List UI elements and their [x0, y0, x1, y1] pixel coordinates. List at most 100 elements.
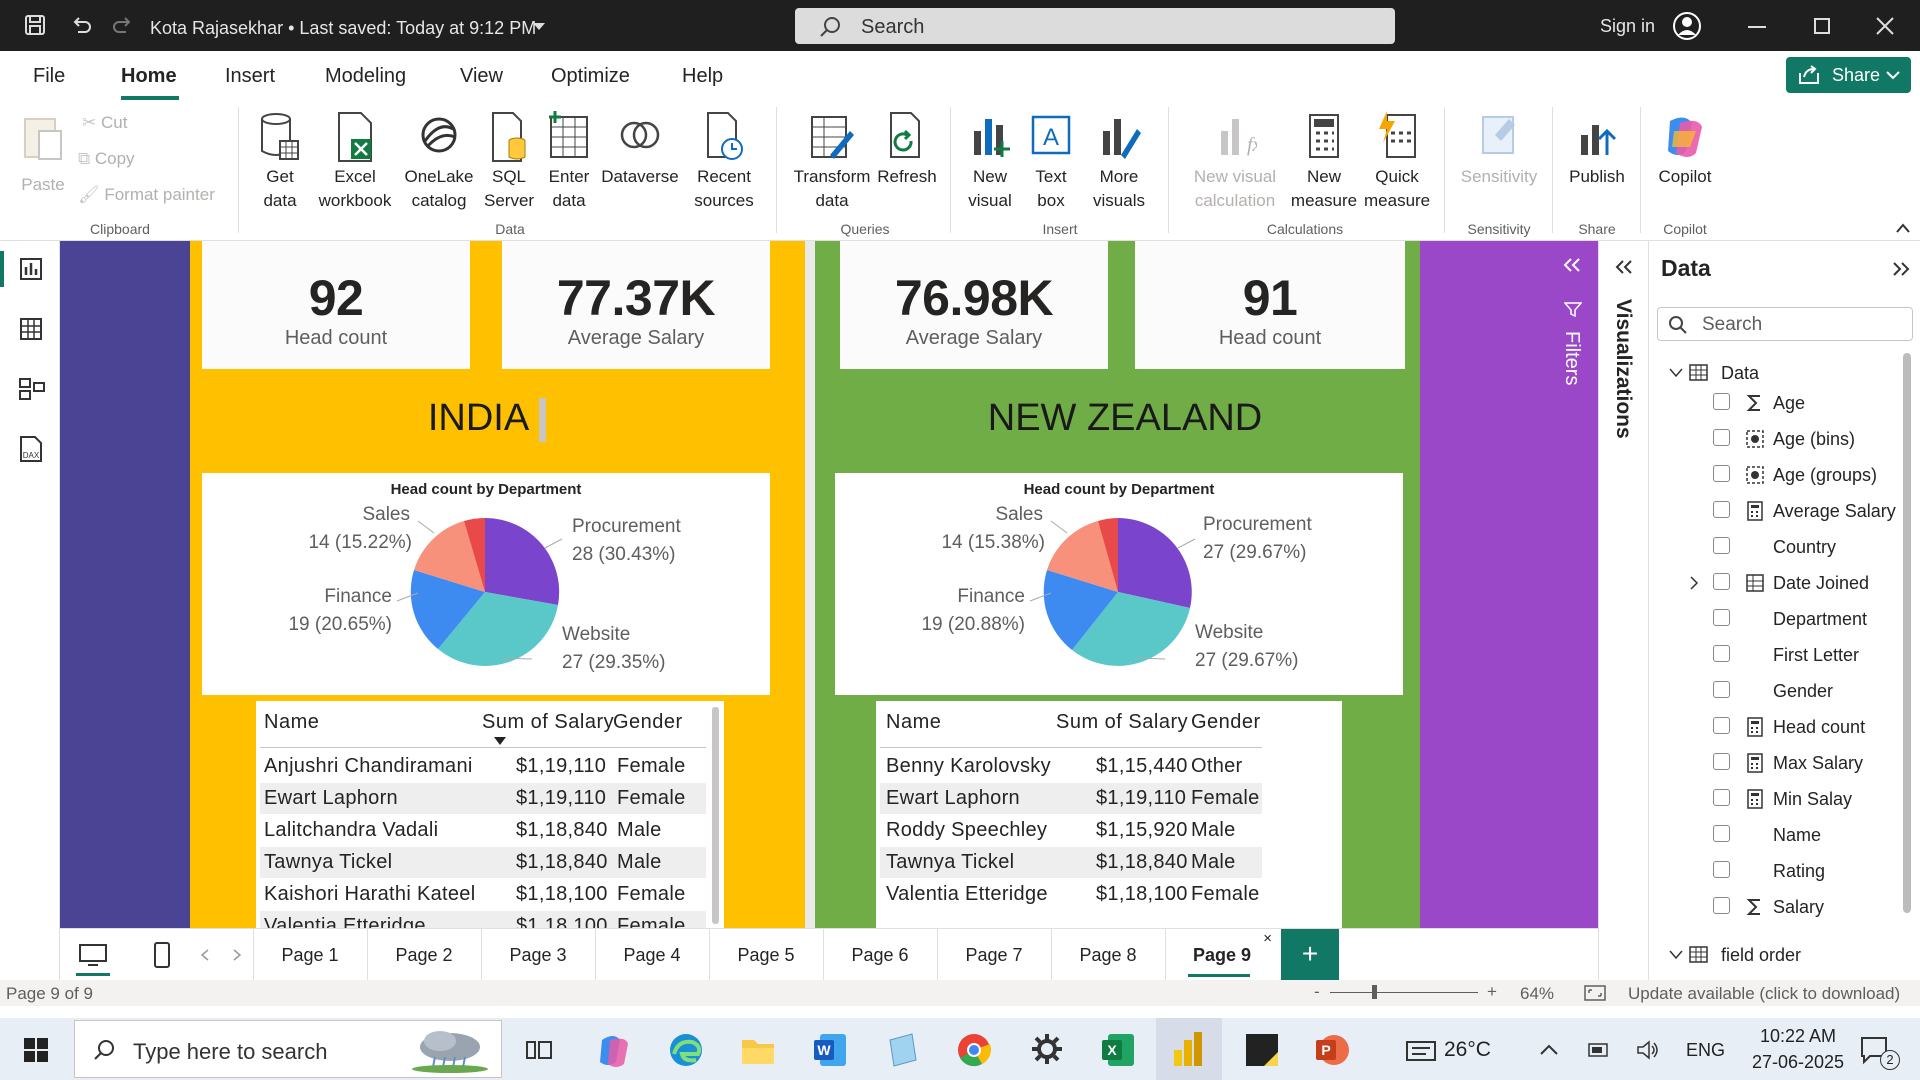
visualizations-pane-collapsed[interactable]: Visualizations [1598, 241, 1648, 980]
field-checkbox[interactable] [1713, 645, 1730, 662]
page-tab-6[interactable]: Page 6 [823, 929, 936, 981]
field-item[interactable]: Country [1649, 531, 1899, 565]
table-row[interactable]: Ewart Laphorn $1,19,110 Female [260, 783, 706, 814]
field-checkbox[interactable] [1713, 429, 1730, 446]
report-view-icon[interactable] [19, 257, 43, 281]
recent-sources-button[interactable]: Recent sources [688, 111, 760, 213]
table-row[interactable]: Anjushri Chandiramani $1,19,110 Female [260, 751, 706, 782]
field-item[interactable]: Head count [1649, 711, 1899, 745]
menu-insert[interactable]: Insert [225, 65, 275, 88]
table-row[interactable]: Lalitchandra Vadali $1,18,840 Male [260, 815, 706, 846]
onelake-catalog-button[interactable]: OneLake catalog [400, 111, 478, 213]
undo-icon[interactable] [70, 14, 92, 36]
copilot-button[interactable]: Copilot [1650, 111, 1720, 189]
clock-time[interactable]: 10:22 AM [1748, 1026, 1848, 1047]
table-row[interactable]: Tawnya Tickel $1,18,840 Male [260, 847, 706, 878]
dax-query-icon[interactable]: DAX [17, 435, 45, 463]
field-checkbox[interactable] [1713, 753, 1730, 770]
menu-view[interactable]: View [460, 65, 503, 88]
table-row[interactable]: Valentia Etteridge $1,18,100 Female [880, 879, 1262, 910]
zoom-out-button[interactable]: - [1314, 982, 1320, 1002]
dataverse-button[interactable]: Dataverse [600, 111, 680, 189]
field-checkbox[interactable] [1713, 789, 1730, 806]
col-header-name[interactable]: Name [264, 711, 319, 734]
col-header-name[interactable]: Name [886, 711, 941, 734]
sort-desc-icon[interactable] [494, 737, 506, 745]
menu-optimize[interactable]: Optimize [551, 65, 630, 88]
field-item[interactable]: Age [1649, 387, 1899, 421]
cut-button[interactable]: ✂ Cut [82, 111, 127, 135]
task-view-icon[interactable] [526, 1038, 552, 1062]
update-notice[interactable]: Update available (click to download) [1628, 984, 1900, 1004]
edge-icon[interactable] [668, 1032, 704, 1068]
publish-button[interactable]: Publish [1562, 111, 1632, 189]
data-pane-scrollbar[interactable] [1903, 353, 1911, 913]
volume-icon[interactable] [1636, 1040, 1660, 1060]
collapse-right-icon[interactable] [1891, 261, 1911, 277]
sql-server-button[interactable]: SQL Server [484, 111, 534, 213]
page-tab-2[interactable]: Page 2 [367, 929, 480, 981]
excel-workbook-button[interactable]: Excel workbook [312, 111, 398, 213]
data-search-input[interactable]: Search [1657, 307, 1913, 341]
table-view-icon[interactable] [19, 317, 43, 341]
field-checkbox[interactable] [1713, 897, 1730, 914]
field-checkbox[interactable] [1713, 861, 1730, 878]
menu-modeling[interactable]: Modeling [325, 65, 406, 88]
zoom-in-button[interactable]: + [1487, 982, 1497, 1002]
nz-title[interactable]: NEW ZEALAND [840, 397, 1410, 440]
india-headcount-card[interactable]: 92 Head count [202, 241, 470, 369]
close-icon[interactable] [1876, 17, 1894, 35]
zoom-slider-handle[interactable] [1372, 985, 1377, 999]
chevron-down-icon[interactable] [1669, 368, 1683, 378]
india-pie-chart[interactable]: Head count by Department Sales 14 (15.22… [202, 473, 770, 695]
field-checkbox[interactable] [1713, 681, 1730, 698]
menu-help[interactable]: Help [682, 65, 723, 88]
expand-left-icon[interactable] [1614, 259, 1634, 275]
powerpoint-icon[interactable]: P [1314, 1032, 1350, 1068]
get-data-button[interactable]: Get data [250, 111, 310, 213]
filters-pane-collapsed[interactable]: Filters [1548, 241, 1598, 928]
model-view-icon[interactable] [19, 377, 45, 401]
table-row[interactable]: Ewart Laphorn $1,19,110 Female [880, 783, 1262, 814]
transform-data-button[interactable]: Transform data [788, 111, 876, 213]
field-item[interactable]: Gender [1649, 675, 1899, 709]
page-tab-1[interactable]: Page 1 [253, 929, 366, 981]
battery-icon[interactable] [1588, 1042, 1610, 1058]
user-avatar-icon[interactable] [1672, 11, 1702, 41]
field-item[interactable]: Min Salay [1649, 783, 1899, 817]
share-button[interactable]: Share [1786, 57, 1911, 93]
field-checkbox[interactable] [1713, 573, 1730, 590]
menu-home[interactable]: Home [121, 65, 177, 88]
table-row[interactable]: Valentia Etteridge $1,18,100 Female [260, 911, 706, 928]
field-item[interactable]: Max Salary [1649, 747, 1899, 781]
search-input[interactable]: Search [795, 8, 1395, 44]
word-icon[interactable]: W [812, 1032, 848, 1068]
sticky-notes-icon[interactable] [1244, 1032, 1280, 1068]
table-scrollbar[interactable] [712, 707, 719, 924]
weather-temp[interactable]: 26°C [1444, 1038, 1491, 1062]
collapse-ribbon-icon[interactable] [1896, 223, 1910, 233]
taskbar-search[interactable]: Type here to search [74, 1020, 502, 1078]
more-visuals-button[interactable]: More visuals [1086, 111, 1152, 213]
zoom-slider[interactable] [1330, 992, 1478, 993]
field-checkbox[interactable] [1713, 537, 1730, 554]
india-avg-salary-card[interactable]: 77.37K Average Salary [502, 241, 770, 369]
prev-page-icon[interactable] [200, 949, 210, 961]
new-visual-calculation-button[interactable]: fx New visual calculation [1180, 111, 1290, 213]
sensitivity-button[interactable]: Sensitivity [1454, 111, 1544, 189]
fit-page-icon[interactable] [1584, 985, 1606, 1001]
refresh-button[interactable]: Refresh [876, 111, 938, 189]
nz-headcount-card[interactable]: 91 Head count [1135, 241, 1405, 369]
maximize-icon[interactable] [1814, 18, 1830, 34]
nz-pie-chart[interactable]: Head count by Department Sales 14 (15.38… [835, 473, 1403, 695]
add-page-button[interactable]: + [1281, 929, 1339, 981]
page-tab-8[interactable]: Page 8 [1051, 929, 1164, 981]
field-checkbox[interactable] [1713, 717, 1730, 734]
field-item[interactable]: Age (groups) [1649, 459, 1899, 493]
chevron-right-icon[interactable] [1689, 576, 1699, 590]
field-item[interactable]: Age (bins) [1649, 423, 1899, 457]
field-item[interactable]: Date Joined [1649, 567, 1899, 601]
page-tab-9[interactable]: Page 9 × [1165, 929, 1278, 981]
settings-gear-icon[interactable] [1030, 1032, 1064, 1066]
field-item[interactable]: Department [1649, 603, 1899, 637]
